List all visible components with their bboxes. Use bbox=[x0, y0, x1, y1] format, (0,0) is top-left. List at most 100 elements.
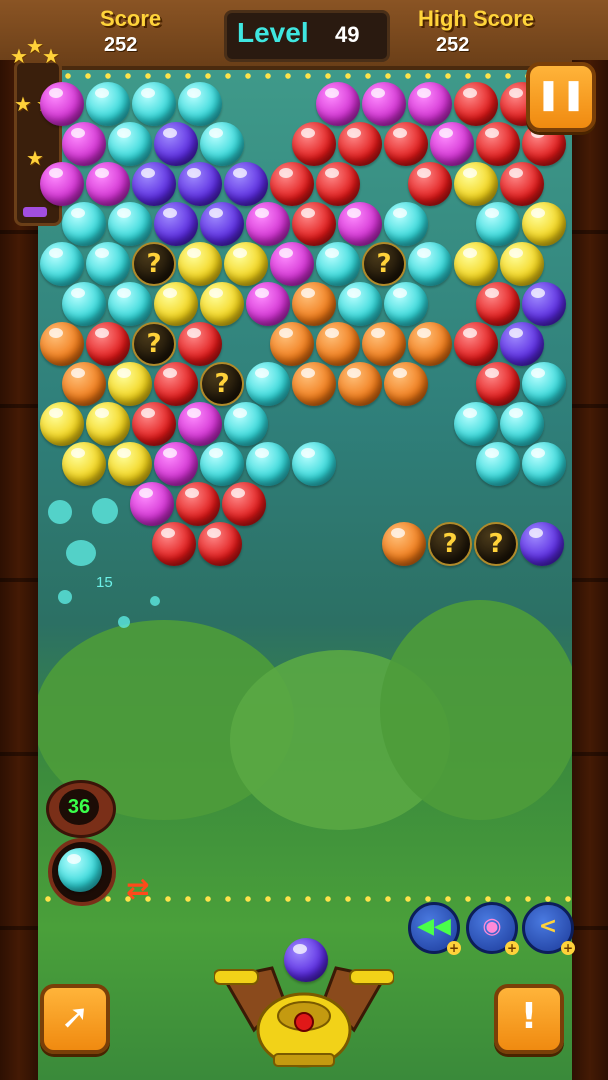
pop-splash bbox=[118, 616, 130, 628]
magenta-bubble bbox=[408, 82, 452, 126]
game-screen: Score 252 Level 49 High Score 252 ★ ★ ★ … bbox=[0, 0, 608, 1080]
orange-bubble bbox=[338, 362, 382, 406]
question-mark-icon: ? bbox=[442, 529, 458, 559]
cyan-bubble bbox=[292, 442, 336, 486]
question-mark-icon: ? bbox=[146, 249, 162, 279]
cyan-bubble bbox=[132, 82, 176, 126]
red-bubble bbox=[86, 322, 130, 366]
purple-bubble bbox=[522, 282, 566, 326]
top-boundary-line bbox=[38, 73, 574, 79]
magenta-bubble bbox=[338, 202, 382, 246]
cyan-bubble bbox=[384, 282, 428, 326]
red-bubble bbox=[476, 122, 520, 166]
purple-bubble bbox=[200, 202, 244, 246]
red-bubble bbox=[132, 402, 176, 446]
cyan-bubble bbox=[384, 202, 428, 246]
bomb-booster-button[interactable]: ◉ + bbox=[466, 902, 519, 955]
yellow-bubble bbox=[108, 442, 152, 486]
cyan-bubble bbox=[86, 242, 130, 286]
right-wood-pillar bbox=[572, 60, 608, 1080]
cyan-bubble bbox=[476, 442, 520, 486]
red-bubble bbox=[198, 522, 242, 566]
red-bubble bbox=[384, 122, 428, 166]
hint-button[interactable]: ! bbox=[494, 984, 564, 1054]
star-icon: ★ bbox=[42, 44, 60, 68]
mystery-bubble: ? bbox=[200, 362, 244, 406]
score-label: Score bbox=[100, 6, 162, 31]
magenta-bubble bbox=[40, 82, 84, 126]
star-icon: ★ bbox=[14, 92, 32, 116]
star-progress-fill bbox=[23, 207, 47, 217]
magenta-bubble bbox=[130, 482, 174, 526]
mystery-bubble: ? bbox=[428, 522, 472, 566]
question-mark-icon: ? bbox=[488, 529, 504, 559]
red-bubble bbox=[476, 362, 520, 406]
shots-counter: 36 bbox=[46, 780, 116, 838]
purple-bubble bbox=[224, 162, 268, 206]
cyan-bubble bbox=[408, 242, 452, 286]
red-bubble bbox=[454, 82, 498, 126]
yellow-bubble bbox=[454, 162, 498, 206]
cyan-bubble bbox=[522, 442, 566, 486]
yellow-bubble bbox=[154, 282, 198, 326]
swap-arrows-icon[interactable]: ⇄ bbox=[126, 875, 149, 903]
cyan-bubble bbox=[40, 242, 84, 286]
high-score-value: 252 bbox=[436, 34, 470, 56]
mystery-bubble: ? bbox=[132, 242, 176, 286]
next-bubble-holder[interactable] bbox=[48, 838, 116, 906]
mystery-bubble: ? bbox=[474, 522, 518, 566]
purple-bubble bbox=[520, 522, 564, 566]
magenta-bubble bbox=[270, 242, 314, 286]
orange-bubble bbox=[316, 322, 360, 366]
rewind-booster-button[interactable]: ◀◀ + bbox=[408, 902, 461, 955]
magenta-bubble bbox=[430, 122, 474, 166]
pop-splash bbox=[150, 596, 160, 606]
red-bubble bbox=[408, 162, 452, 206]
level-label: Level bbox=[237, 17, 309, 48]
aim-booster-button[interactable]: < + bbox=[522, 902, 575, 955]
plus-icon: + bbox=[561, 941, 575, 955]
magenta-bubble bbox=[246, 202, 290, 246]
cyan-bubble bbox=[454, 402, 498, 446]
current-bubble bbox=[284, 938, 328, 982]
yellow-bubble bbox=[40, 402, 84, 446]
points-popup: 15 bbox=[96, 574, 113, 591]
plus-icon: + bbox=[505, 941, 519, 955]
purple-bubble bbox=[154, 202, 198, 246]
high-score-label: High Score bbox=[418, 6, 535, 31]
mystery-bubble: ? bbox=[362, 242, 406, 286]
orange-bubble bbox=[62, 362, 106, 406]
cyan-bubble bbox=[224, 402, 268, 446]
red-bubble bbox=[270, 162, 314, 206]
red-bubble bbox=[152, 522, 196, 566]
mystery-bubble: ? bbox=[132, 322, 176, 366]
question-mark-icon: ? bbox=[146, 329, 162, 359]
magenta-bubble bbox=[316, 82, 360, 126]
magenta-bubble bbox=[86, 162, 130, 206]
purple-bubble bbox=[154, 122, 198, 166]
cyan-bubble bbox=[62, 202, 106, 246]
plus-icon: + bbox=[447, 941, 461, 955]
purple-bubble bbox=[178, 162, 222, 206]
yellow-bubble bbox=[62, 442, 106, 486]
red-bubble bbox=[292, 122, 336, 166]
cyan-bubble bbox=[86, 82, 130, 126]
next-bubble bbox=[58, 848, 102, 892]
orange-bubble bbox=[270, 322, 314, 366]
pause-icon: ❚❚ bbox=[535, 77, 587, 112]
orange-bubble bbox=[362, 322, 406, 366]
red-bubble bbox=[338, 122, 382, 166]
pause-button[interactable]: ❚❚ bbox=[526, 62, 596, 132]
magenta-bubble bbox=[246, 282, 290, 326]
cyan-bubble bbox=[62, 282, 106, 326]
share-button[interactable]: ➚ bbox=[40, 984, 110, 1054]
purple-bubble bbox=[132, 162, 176, 206]
orange-bubble bbox=[382, 522, 426, 566]
red-bubble bbox=[500, 162, 544, 206]
red-bubble bbox=[454, 322, 498, 366]
cyan-bubble bbox=[476, 202, 520, 246]
yellow-bubble bbox=[454, 242, 498, 286]
yellow-bubble bbox=[522, 202, 566, 246]
cyan-bubble bbox=[108, 282, 152, 326]
yellow-bubble bbox=[178, 242, 222, 286]
